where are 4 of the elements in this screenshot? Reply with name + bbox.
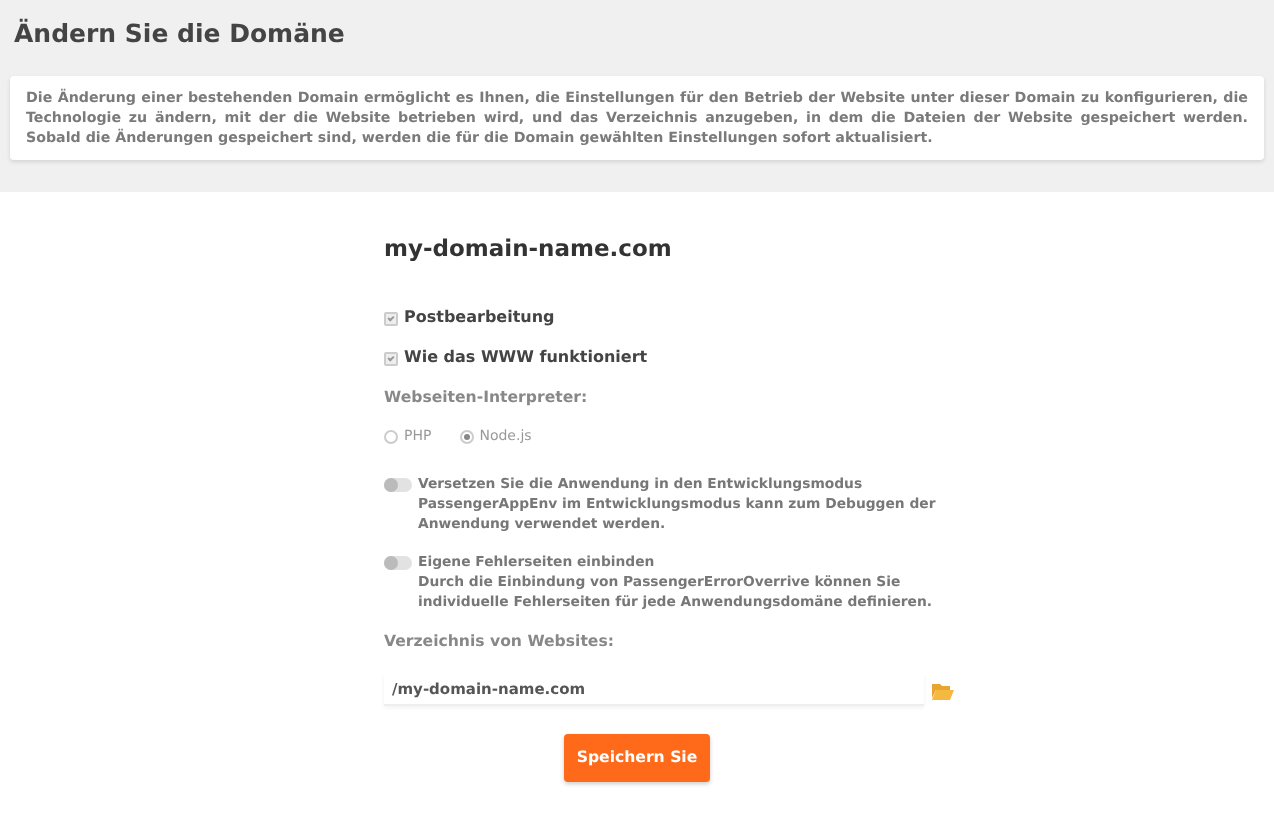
page-title: Ändern Sie die Domäne: [14, 16, 347, 52]
checkbox-label: Postbearbeitung: [404, 306, 555, 331]
domain-name: my-domain-name.com: [384, 232, 674, 266]
checkbox-label: Wie das WWW funktioniert: [404, 346, 648, 371]
